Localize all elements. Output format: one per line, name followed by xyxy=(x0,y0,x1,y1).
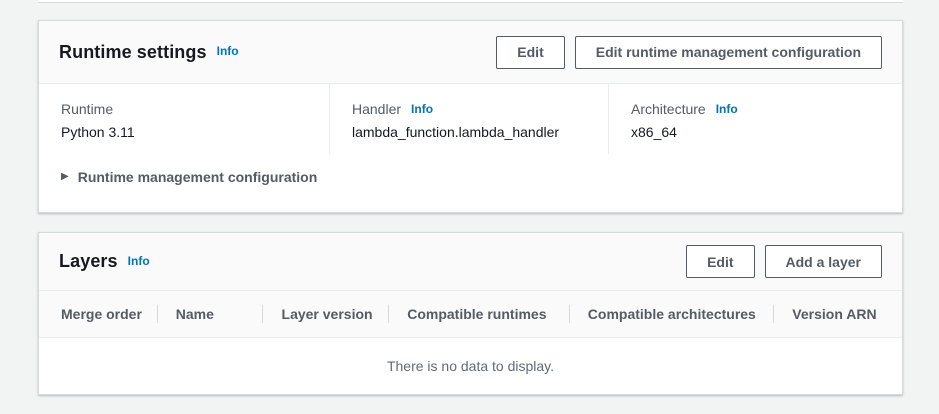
runtime-settings-title: Runtime settings xyxy=(59,42,207,63)
column-header-label: Layer version xyxy=(282,306,373,322)
architecture-field-label: Architecture Info xyxy=(631,101,882,117)
column-header-version-arn: Version ARN xyxy=(773,291,902,337)
runtime-settings-header: Runtime settings Info Edit Edit runtime … xyxy=(39,21,902,84)
edit-runtime-settings-button[interactable]: Edit xyxy=(496,36,564,69)
column-header-label: Compatible runtimes xyxy=(407,306,546,322)
column-divider xyxy=(773,305,774,323)
layers-title: Layers xyxy=(59,251,118,272)
handler-field-value: lambda_function.lambda_handler xyxy=(352,124,588,140)
runtime-management-configuration-expander[interactable]: ▶ Runtime management configuration xyxy=(39,154,902,203)
handler-field: Handler Info lambda_function.lambda_hand… xyxy=(329,84,608,154)
handler-field-label: Handler Info xyxy=(352,101,588,117)
runtime-settings-info-link[interactable]: Info xyxy=(217,44,239,58)
handler-info-link[interactable]: Info xyxy=(411,102,433,116)
runtime-label-text: Runtime xyxy=(61,101,113,117)
column-header-label: Version ARN xyxy=(792,306,876,322)
column-divider xyxy=(569,305,570,323)
runtime-settings-panel: Runtime settings Info Edit Edit runtime … xyxy=(38,20,903,213)
expander-label: Runtime management configuration xyxy=(78,169,318,185)
column-divider xyxy=(388,305,389,323)
column-header-label: Name xyxy=(176,306,214,322)
column-header-layer-version: Layer version xyxy=(262,291,389,337)
previous-panel-bottom-edge xyxy=(38,0,903,3)
edit-runtime-management-configuration-button[interactable]: Edit runtime management configuration xyxy=(575,36,882,69)
layers-table-header: Merge order Name Layer version Compatibl… xyxy=(39,290,902,338)
handler-label-text: Handler xyxy=(352,101,401,117)
architecture-field: Architecture Info x86_64 xyxy=(608,84,902,154)
layers-header: Layers Info Edit Add a layer xyxy=(39,233,902,290)
runtime-settings-fields: Runtime Python 3.11 Handler Info lambda_… xyxy=(39,84,902,154)
column-header-compatible-runtimes: Compatible runtimes xyxy=(388,291,569,337)
runtime-field-label: Runtime xyxy=(61,101,309,117)
runtime-field: Runtime Python 3.11 xyxy=(39,84,329,154)
architecture-label-text: Architecture xyxy=(631,101,706,117)
architecture-field-value: x86_64 xyxy=(631,124,882,140)
column-header-label: Compatible architectures xyxy=(588,306,756,322)
expander-arrow-icon: ▶ xyxy=(61,172,69,182)
column-divider xyxy=(262,305,263,323)
column-header-compatible-architectures: Compatible architectures xyxy=(569,291,774,337)
layers-panel: Layers Info Edit Add a layer Merge order… xyxy=(38,232,903,395)
column-divider xyxy=(157,305,158,323)
layers-table-empty-state: There is no data to display. xyxy=(39,338,902,394)
column-header-label: Merge order xyxy=(61,306,142,322)
architecture-info-link[interactable]: Info xyxy=(716,102,738,116)
layers-actions: Edit Add a layer xyxy=(686,245,882,278)
column-header-merge-order: Merge order xyxy=(39,291,157,337)
column-header-name: Name xyxy=(157,291,262,337)
edit-layers-button[interactable]: Edit xyxy=(686,245,754,278)
add-a-layer-button[interactable]: Add a layer xyxy=(765,245,882,278)
runtime-field-value: Python 3.11 xyxy=(61,124,309,140)
empty-state-message: There is no data to display. xyxy=(387,358,554,374)
runtime-settings-actions: Edit Edit runtime management configurati… xyxy=(496,36,882,69)
layers-info-link[interactable]: Info xyxy=(128,254,150,268)
